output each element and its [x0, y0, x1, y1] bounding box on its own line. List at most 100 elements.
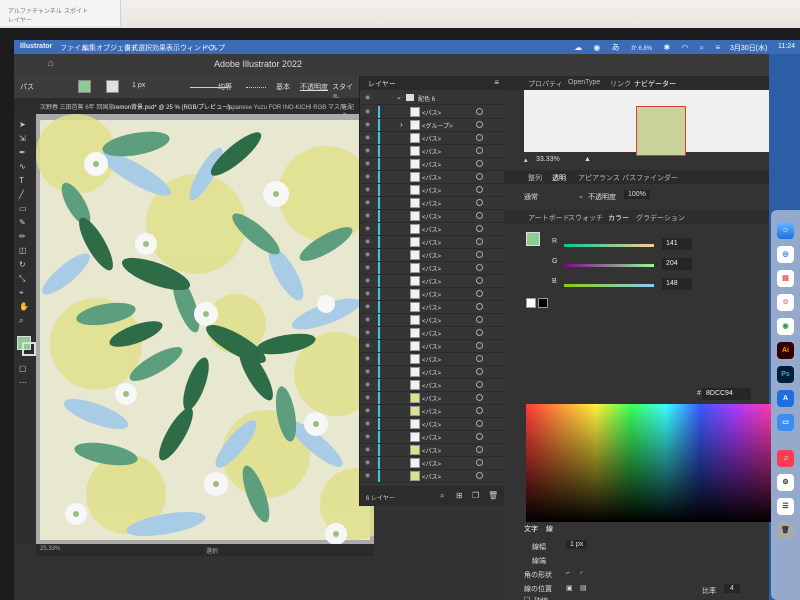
ime-icon[interactable]: あ: [612, 43, 620, 52]
line-tool-icon[interactable]: ╱: [19, 190, 29, 200]
target-icon[interactable]: [476, 303, 483, 310]
profile-select[interactable]: 均等: [218, 82, 232, 92]
tab-stroke[interactable]: 線: [546, 524, 553, 534]
menu-select[interactable]: 選択: [138, 43, 152, 53]
layer-row-label[interactable]: <パス>: [422, 394, 441, 403]
expand-icon[interactable]: ›: [400, 120, 403, 129]
tab-swatches[interactable]: スウォッチ: [568, 213, 603, 223]
doc-tab-0[interactable]: 次野春 三田芭蕉 6年 回国旅: [40, 102, 114, 111]
visibility-icon[interactable]: ◉: [365, 433, 370, 440]
layer-row-label[interactable]: <パス>: [422, 173, 441, 182]
layer-row[interactable]: ◉ <パス>: [360, 314, 505, 327]
visibility-icon[interactable]: ◉: [365, 303, 370, 310]
layer-row[interactable]: ◉ <パス>: [360, 418, 505, 431]
align-center-icon[interactable]: ▣: [566, 584, 573, 592]
trash-icon[interactable]: 🗑: [777, 522, 794, 539]
app-store-icon[interactable]: A: [777, 390, 794, 407]
target-icon[interactable]: [476, 368, 483, 375]
layer-row[interactable]: ◉ <パス>: [360, 288, 505, 301]
layer-row-label[interactable]: <パス>: [422, 108, 441, 117]
menu-view[interactable]: 表示: [166, 43, 180, 53]
tab-artboard[interactable]: アートボード: [528, 213, 570, 223]
r-value[interactable]: 141: [662, 238, 692, 250]
photos-icon[interactable]: ✿: [777, 294, 794, 311]
menu-help[interactable]: ヘルプ: [204, 43, 225, 53]
tab-color[interactable]: カラー: [608, 213, 629, 223]
search-icon[interactable]: ⌕: [700, 43, 704, 52]
visibility-icon[interactable]: ◉: [365, 108, 370, 115]
zoom-out-icon[interactable]: ▴: [524, 156, 528, 164]
visibility-icon[interactable]: ◉: [365, 420, 370, 427]
layer-row-label[interactable]: <パス>: [422, 251, 441, 260]
tab-align[interactable]: 整列: [528, 173, 542, 183]
visibility-icon[interactable]: ◉: [365, 160, 370, 167]
layer-row[interactable]: ◉ <パス>: [360, 106, 505, 119]
chrome-icon[interactable]: ◉: [777, 318, 794, 335]
direct-selection-tool-icon[interactable]: ⇲: [19, 134, 29, 144]
clock-time[interactable]: 11:24: [778, 43, 795, 50]
wifi-icon[interactable]: ◠: [681, 43, 688, 52]
visibility-icon[interactable]: ◉: [365, 290, 370, 297]
status-mode[interactable]: 選択: [206, 546, 218, 555]
visibility-icon[interactable]: ◉: [365, 381, 370, 388]
layer-row-label[interactable]: <パス>: [422, 212, 441, 221]
layer-row[interactable]: ◉ <パス>: [360, 236, 505, 249]
scale-tool-icon[interactable]: ⤡: [19, 274, 29, 284]
layer-row[interactable]: ◉ <パス>: [360, 470, 505, 483]
layer-row-label[interactable]: <パス>: [422, 381, 441, 390]
visibility-icon[interactable]: ◉: [365, 316, 370, 323]
b-slider[interactable]: [564, 284, 654, 287]
doc-tab-1[interactable]: remon背景.psd* @ 25 % (RGB/プレビュー): [114, 102, 230, 111]
opacity-link[interactable]: 不透明度: [300, 82, 328, 92]
home-icon[interactable]: ⌂: [48, 58, 54, 69]
visibility-icon[interactable]: ◉: [365, 368, 370, 375]
corner-round-icon[interactable]: ◜: [580, 570, 583, 578]
music-icon[interactable]: ♫: [777, 450, 794, 467]
visibility-icon[interactable]: ◉: [365, 472, 370, 479]
tab-character[interactable]: 文字: [524, 524, 538, 534]
layer-row[interactable]: ◉ <グループ> ›: [360, 119, 505, 132]
layer-row[interactable]: ◉ <パス>: [360, 145, 505, 158]
calendar-icon[interactable]: ▤: [777, 270, 794, 287]
blend-mode-select[interactable]: 通常: [524, 192, 538, 202]
visibility-icon[interactable]: ◉: [365, 407, 370, 414]
layer-row[interactable]: ◉ <パス>: [360, 340, 505, 353]
menu-edit[interactable]: 編集: [82, 43, 96, 53]
layer-row-label[interactable]: <パス>: [422, 225, 441, 234]
align-inside-icon[interactable]: ▤: [580, 584, 587, 592]
visibility-icon[interactable]: ◉: [365, 225, 370, 232]
zoom-tool-icon[interactable]: ⌕: [19, 316, 29, 326]
layer-top-row[interactable]: ◉ ⌄ 配色 6: [360, 92, 505, 105]
visibility-icon[interactable]: ◉: [365, 212, 370, 219]
layer-row-label[interactable]: <パス>: [422, 277, 441, 286]
selection-tool-icon[interactable]: ➤: [19, 120, 29, 130]
dashed-checkbox-icon[interactable]: ☐: [524, 596, 530, 600]
stroke-weight-value[interactable]: 1 px: [566, 540, 588, 549]
delete-icon[interactable]: 🗑: [488, 491, 498, 500]
target-icon[interactable]: [476, 108, 483, 115]
layer-row[interactable]: ◉ <パス>: [360, 210, 505, 223]
corner-miter-icon[interactable]: ⌐: [566, 570, 570, 577]
layer-row[interactable]: ◉ <パス>: [360, 353, 505, 366]
brush-tool-icon[interactable]: ✎: [19, 218, 29, 228]
tab-gradient[interactable]: グラデーション: [636, 213, 685, 223]
opacity-value[interactable]: 100%: [624, 190, 650, 199]
color-spectrum[interactable]: [526, 404, 771, 522]
photoshop-icon[interactable]: Ps: [777, 366, 794, 383]
target-icon[interactable]: [476, 446, 483, 453]
layer-row[interactable]: ◉ <パス>: [360, 275, 505, 288]
hand-tool-icon[interactable]: ✋: [19, 302, 29, 312]
target-icon[interactable]: [476, 160, 483, 167]
layer-row-label[interactable]: <パス>: [422, 355, 441, 364]
target-icon[interactable]: [476, 381, 483, 388]
layer-row[interactable]: ◉ <パス>: [360, 223, 505, 236]
layer-name[interactable]: 配色 6: [418, 94, 435, 103]
notes-icon[interactable]: ☰: [777, 498, 794, 515]
layer-row-label[interactable]: <パス>: [422, 433, 441, 442]
navigator-view-box[interactable]: [636, 106, 686, 156]
target-icon[interactable]: [476, 316, 483, 323]
layer-row[interactable]: ◉ <パス>: [360, 405, 505, 418]
layer-row-label[interactable]: <パス>: [422, 186, 441, 195]
layer-row[interactable]: ◉ <パス>: [360, 301, 505, 314]
target-icon[interactable]: [476, 342, 483, 349]
